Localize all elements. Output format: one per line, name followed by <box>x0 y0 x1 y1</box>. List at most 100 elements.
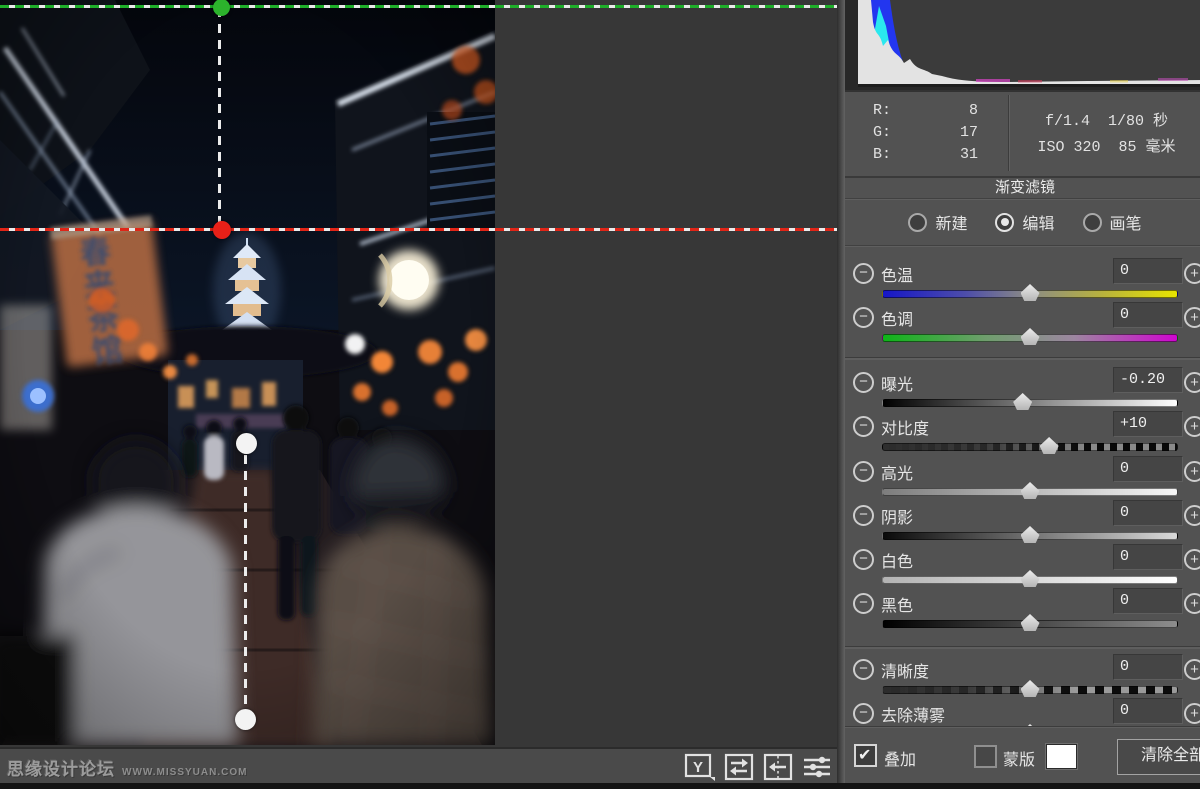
decrease-button[interactable] <box>853 659 874 680</box>
panel-title: 渐变滤镜 <box>845 177 1200 199</box>
slider-row-tint: 色调 0 <box>845 306 1200 350</box>
decrease-button[interactable] <box>853 416 874 437</box>
mask-checkbox[interactable] <box>974 745 997 768</box>
increase-button[interactable] <box>1184 307 1200 328</box>
slider-label: 去除薄雾 <box>881 702 945 726</box>
slider-value[interactable]: 0 <box>1113 302 1183 328</box>
slider-value[interactable]: -0.20 <box>1113 367 1183 393</box>
gradient-pin-center[interactable] <box>236 433 257 454</box>
increase-button[interactable] <box>1184 593 1200 614</box>
preview-workspace[interactable]: 春来茶馆 <box>0 0 845 789</box>
slider-track[interactable] <box>882 532 1178 540</box>
increase-button[interactable] <box>1184 659 1200 680</box>
slider-thumb[interactable] <box>1013 393 1032 410</box>
preview-bottom-bar: 思缘设计论坛 WWW.MISSYUAN.COM Y <box>0 747 845 785</box>
decrease-button[interactable] <box>853 263 874 284</box>
slider-track[interactable] <box>882 443 1178 451</box>
copy-left-arrow-icon <box>763 753 793 781</box>
histogram-chart <box>858 0 1200 87</box>
decrease-button[interactable] <box>853 461 874 482</box>
slider-thumb[interactable] <box>1021 614 1040 631</box>
mode-new-radio[interactable]: 新建 <box>908 210 967 234</box>
increase-button[interactable] <box>1184 263 1200 284</box>
filter-mode-row: 新建 编辑 画笔 <box>845 199 1200 246</box>
slider-thumb[interactable] <box>1021 328 1040 345</box>
swap-before-after-button[interactable] <box>723 753 755 781</box>
decrease-button[interactable] <box>853 549 874 570</box>
overlay-label: 叠加 <box>884 746 916 770</box>
gradient-axis-line-top[interactable] <box>218 8 221 229</box>
mode-edit-label: 编辑 <box>1022 210 1054 234</box>
slider-row-temperature: 色温 0 <box>845 262 1200 306</box>
increase-button[interactable] <box>1184 703 1200 724</box>
increase-button[interactable] <box>1184 372 1200 393</box>
slider-value[interactable]: 0 <box>1113 544 1183 570</box>
slider-value[interactable]: 0 <box>1113 654 1183 680</box>
gradient-start-line[interactable] <box>0 5 838 8</box>
slider-thumb[interactable] <box>1021 570 1040 587</box>
mode-brush-label: 画笔 <box>1110 210 1142 234</box>
increase-button[interactable] <box>1184 416 1200 437</box>
copy-settings-button[interactable] <box>762 753 794 781</box>
clear-all-button[interactable]: 清除全部 <box>1117 739 1200 775</box>
decrease-button[interactable] <box>853 307 874 328</box>
adjustments-panel: R: 8 G: 17 B: 31 f/1.4 1/80 秒 ISO 320 85… <box>845 0 1200 789</box>
night-street-photo: 春来茶馆 <box>0 0 495 745</box>
dropdown-caret-icon <box>710 777 715 781</box>
radio-circle-icon <box>1083 213 1102 232</box>
increase-button[interactable] <box>1184 505 1200 526</box>
swap-arrows-icon <box>724 753 754 781</box>
slider-label: 清晰度 <box>881 658 929 682</box>
slider-thumb[interactable] <box>1040 437 1059 454</box>
mask-color-swatch[interactable] <box>1046 744 1077 769</box>
slider-track[interactable] <box>882 488 1178 496</box>
group-divider <box>845 357 1200 360</box>
slider-value[interactable]: +10 <box>1113 411 1183 437</box>
slider-label: 高光 <box>881 460 913 484</box>
before-after-view-button[interactable]: Y <box>684 753 716 781</box>
decrease-button[interactable] <box>853 593 874 614</box>
slider-value[interactable]: 0 <box>1113 698 1183 724</box>
slider-thumb[interactable] <box>1021 284 1040 301</box>
slider-thumb[interactable] <box>1021 482 1040 499</box>
rgb-readout: R: 8 G: 17 B: 31 <box>845 90 1008 176</box>
slider-label: 色调 <box>881 306 913 330</box>
slider-value[interactable]: 0 <box>1113 588 1183 614</box>
window-bottom-edge <box>0 783 1200 789</box>
y-view-label: Y <box>693 759 703 776</box>
decrease-button[interactable] <box>853 372 874 393</box>
watermark: 思缘设计论坛 WWW.MISSYUAN.COM <box>7 755 247 780</box>
overlay-checkbox[interactable] <box>854 744 877 767</box>
r-label: R: <box>873 102 891 119</box>
slider-track[interactable] <box>882 334 1178 342</box>
slider-track[interactable] <box>882 290 1178 298</box>
slider-value[interactable]: 0 <box>1113 456 1183 482</box>
gradient-end-handle[interactable] <box>213 221 231 239</box>
adjustment-sliders-toggle[interactable] <box>801 753 833 781</box>
increase-button[interactable] <box>1184 461 1200 482</box>
mode-new-label: 新建 <box>935 210 967 234</box>
slider-thumb[interactable] <box>1021 526 1040 543</box>
slider-track[interactable] <box>882 399 1178 407</box>
gradient-end-line[interactable] <box>0 228 838 231</box>
slider-label: 色温 <box>881 262 913 286</box>
photo-preview[interactable]: 春来茶馆 <box>0 0 495 745</box>
gradient-pin-end[interactable] <box>235 709 256 730</box>
slider-value[interactable]: 0 <box>1113 258 1183 284</box>
decrease-button[interactable] <box>853 703 874 724</box>
slider-thumb[interactable] <box>1021 680 1040 697</box>
mode-edit-radio[interactable]: 编辑 <box>995 210 1054 234</box>
radio-circle-icon <box>995 213 1014 232</box>
decrease-button[interactable] <box>853 505 874 526</box>
increase-button[interactable] <box>1184 549 1200 570</box>
exif-iso-focal: ISO 320 85 毫米 <box>1008 135 1200 156</box>
slider-track[interactable] <box>882 620 1178 628</box>
mode-brush-radio[interactable]: 画笔 <box>1083 210 1142 234</box>
slider-row-highlights: 高光 0 <box>845 460 1200 504</box>
b-value: 31 <box>960 146 978 163</box>
slider-value[interactable]: 0 <box>1113 500 1183 526</box>
gradient-axis-line-bottom[interactable] <box>244 455 247 708</box>
image-info-section: R: 8 G: 17 B: 31 f/1.4 1/80 秒 ISO 320 85… <box>845 90 1200 178</box>
slider-track[interactable] <box>882 576 1178 584</box>
slider-track[interactable] <box>882 686 1178 694</box>
